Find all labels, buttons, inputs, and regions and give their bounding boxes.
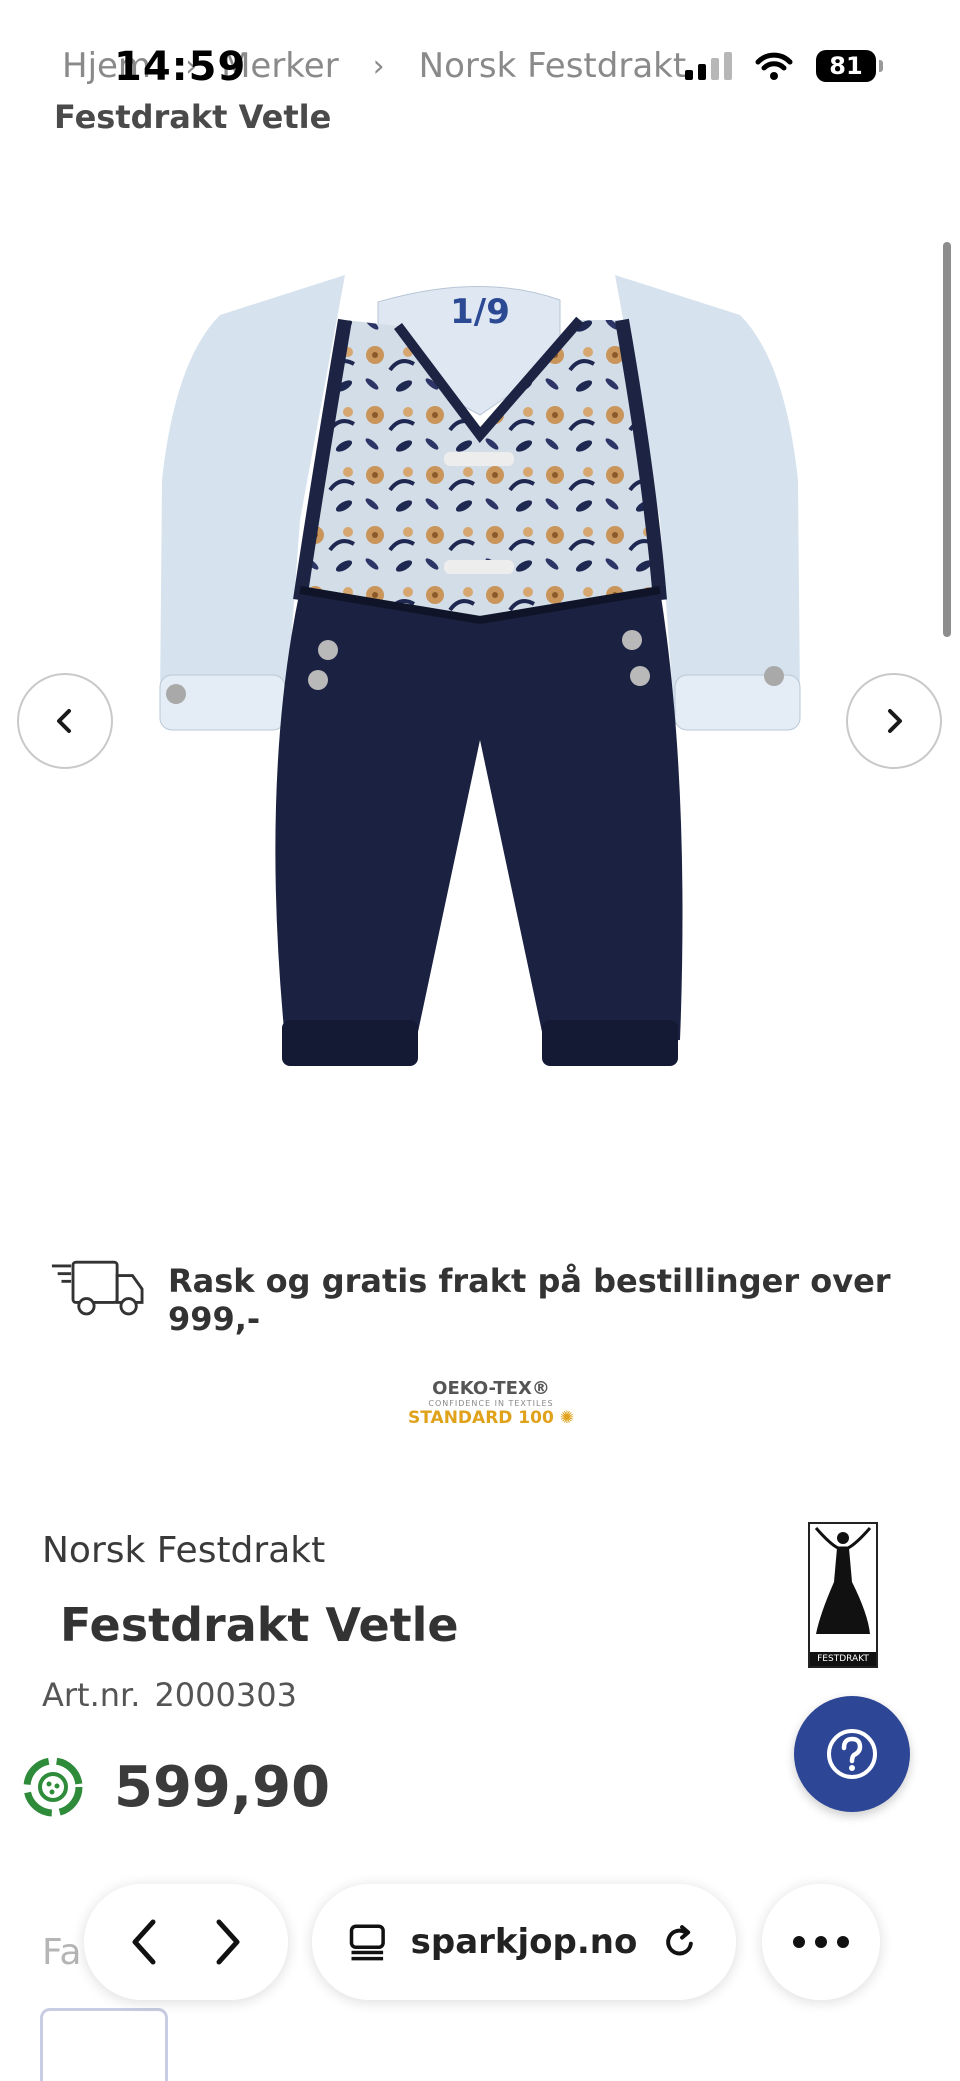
oeko-tex-title: OEKO-TEX® <box>432 1378 550 1399</box>
oeko-tex-standard-text: STANDARD 100 <box>408 1408 554 1428</box>
oeko-tex-standard: STANDARD 100 ✺ <box>406 1408 576 1428</box>
url-text[interactable]: sparkjop.no <box>411 1922 638 1962</box>
help-button[interactable] <box>794 1696 910 1812</box>
breadcrumb-brand[interactable]: Norsk Festdrakt <box>419 46 687 86</box>
forward-arrow-icon[interactable] <box>207 1916 247 1968</box>
chevron-right-icon <box>888 709 902 733</box>
browser-toolbar: sparkjop.no <box>0 1870 960 2010</box>
gallery-prev-button[interactable] <box>17 673 113 769</box>
article-number-label: Art.nr. <box>42 1676 141 1714</box>
recycle-icon <box>23 1757 83 1817</box>
article-number-value: 2000303 <box>154 1676 297 1714</box>
product-price: 599,90 <box>114 1754 331 1820</box>
chevron-right-icon: › <box>372 48 385 84</box>
status-time: 14:59 <box>114 44 247 90</box>
delivery-truck-icon <box>51 1260 144 1316</box>
tabs-icon[interactable] <box>348 1920 387 1964</box>
flower-icon: ✺ <box>559 1408 574 1428</box>
back-arrow-icon[interactable] <box>125 1916 165 1968</box>
more-dots-icon <box>793 1936 849 1948</box>
product-title: Festdrakt Vetle <box>60 1598 459 1652</box>
product-brand[interactable]: Norsk Festdrakt <box>42 1530 325 1571</box>
price-row: 599,90 <box>18 1752 330 1822</box>
variant-thumbnail[interactable] <box>40 2008 168 2081</box>
brand-logo-text: FESTDRAKT <box>810 1652 876 1666</box>
question-mark-icon <box>827 1729 877 1779</box>
status-icons: 81 <box>685 50 883 82</box>
wifi-icon <box>755 52 793 80</box>
gallery-next-button[interactable] <box>846 673 942 769</box>
product-image[interactable] <box>0 220 960 1180</box>
oeko-tex-badge: OEKO-TEX® CONFIDENCE IN TEXTILES STANDAR… <box>406 1378 576 1428</box>
dress-logo-icon <box>814 1527 872 1634</box>
chevron-left-icon <box>57 709 71 733</box>
oeko-tex-tagline: CONFIDENCE IN TEXTILES <box>428 1399 554 1408</box>
reload-icon[interactable] <box>661 1920 700 1964</box>
product-gallery[interactable]: 1/9 <box>0 220 960 1180</box>
breadcrumb-current: Festdrakt Vetle <box>54 98 332 136</box>
address-bar[interactable]: sparkjop.no <box>312 1884 736 2000</box>
browser-nav-group <box>84 1884 288 2000</box>
article-number: Art.nr. 2000303 <box>42 1676 297 1714</box>
battery-icon: 81 <box>816 50 883 82</box>
shipping-text: Rask og gratis frakt på bestillinger ove… <box>167 1262 891 1338</box>
cellular-signal-icon <box>685 52 732 80</box>
brand-logo[interactable]: FESTDRAKT <box>808 1522 878 1668</box>
more-options-button[interactable] <box>762 1884 880 2000</box>
shipping-info: Rask og gratis frakt på bestillinger ove… <box>50 1240 960 1338</box>
gallery-counter: 1/9 <box>450 292 510 332</box>
